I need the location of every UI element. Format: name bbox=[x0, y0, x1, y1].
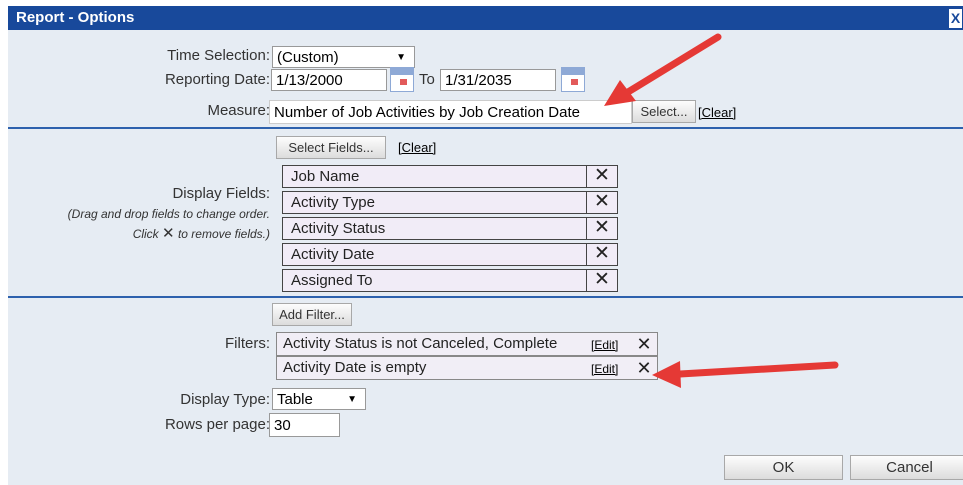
annotation-arrow-filter bbox=[652, 361, 839, 388]
annotation-arrows bbox=[604, 33, 839, 388]
annotation-arrow-measure bbox=[604, 33, 722, 106]
